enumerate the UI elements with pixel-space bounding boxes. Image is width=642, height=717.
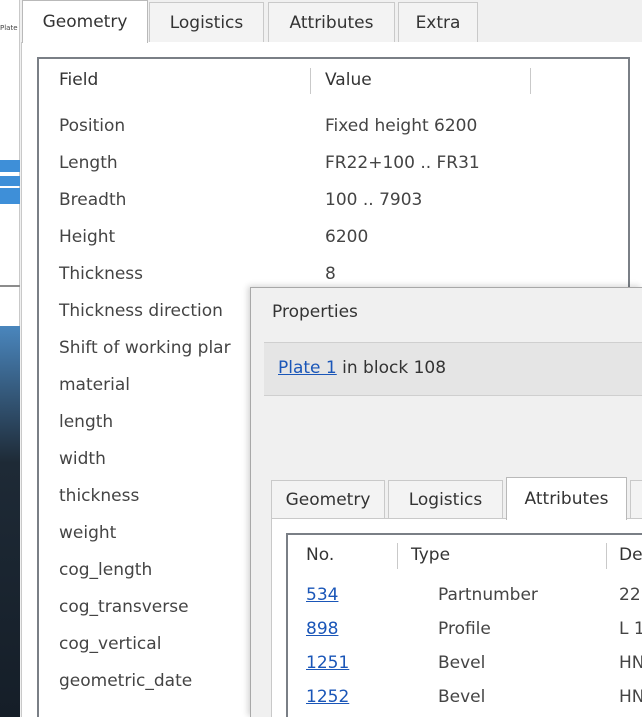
table-row[interactable]: Height 6200 [39,220,628,257]
attribute-number-link[interactable]: 1251 [306,653,349,673]
column-separator[interactable] [397,543,398,569]
field-value: 100 .. 7903 [325,190,423,210]
grid-header: Field Value [39,59,628,103]
tab-geometry[interactable]: Geometry [22,0,148,43]
attribute-number: 1251 [306,653,349,673]
properties-dialog: Properties Plate 1 in block 108 Geometry… [250,287,642,717]
tab-label: Logistics [408,490,483,510]
attribute-description: 22 [619,585,641,605]
tab-label: Attributes [289,12,374,33]
column-header-field[interactable]: Field [59,70,98,90]
tab-label: Attributes [524,489,609,509]
attribute-description: HN [619,653,642,673]
field-name: Position [59,116,126,136]
table-row[interactable]: Breadth 100 .. 7903 [39,183,628,220]
tab-label: Geometry [42,12,128,32]
attribute-type: Partnumber [438,585,538,605]
field-name: weight [59,523,117,543]
attribute-description: HN [619,687,642,707]
table-row[interactable]: Position Fixed height 6200 [39,109,628,146]
field-name: cog_length [59,560,153,580]
background-window-text: Plate tus [0,24,20,32]
attribute-number: 534 [306,585,338,605]
background-blue-band [0,188,20,204]
field-name: Height [59,227,116,247]
tab-geometry[interactable]: Geometry [271,480,385,519]
dialog-title: Properties [272,302,358,322]
table-row[interactable]: 1252 Bevel HN [288,683,642,717]
table-row[interactable]: 1251 Bevel HN [288,649,642,683]
tab-logistics[interactable]: Logistics [388,480,503,519]
dialog-tab-bar: Geometry Logistics Attributes [271,477,642,520]
tab-logistics[interactable]: Logistics [149,2,264,42]
selection-breadcrumb: Plate 1 in block 108 [278,358,446,378]
tab-extra[interactable]: Extra [398,2,478,42]
field-value: 6200 [325,227,369,247]
field-name: Thickness [59,264,144,284]
column-header-no[interactable]: No. [306,545,334,565]
column-separator[interactable] [530,68,531,94]
background-blue-band [0,160,20,172]
background-blue-band [0,176,20,186]
column-separator[interactable] [606,543,607,569]
attribute-type: Bevel [438,653,486,673]
field-name: cog_transverse [59,597,189,617]
attribute-type: Bevel [438,687,486,707]
column-header-type[interactable]: Type [411,545,450,565]
background-dark-area [0,326,20,717]
field-name: material [59,375,130,395]
block-text: in block 108 [336,358,447,378]
field-name: Length [59,153,118,173]
field-value: FR22+100 .. FR31 [325,153,480,173]
selection-bar: Plate 1 in block 108 [264,342,642,396]
attribute-number: 898 [306,619,338,639]
main-tab-bar: Geometry Logistics Attributes Extra [21,0,642,43]
attribute-number-link[interactable]: 534 [306,585,338,605]
column-header-value[interactable]: Value [325,70,372,90]
field-name: Thickness direction [59,301,223,321]
table-row[interactable]: Length FR22+100 .. FR31 [39,146,628,183]
attribute-number-link[interactable]: 898 [306,619,338,639]
tab-label: Extra [415,12,461,33]
attribute-number-link[interactable]: 1252 [306,687,349,707]
tab-label: Logistics [169,12,244,33]
column-header-description[interactable]: De [619,545,642,565]
table-row[interactable]: 534 Partnumber 22 [288,581,642,615]
field-name: width [59,449,106,469]
background-window-strip: Plate tus [0,0,20,717]
background-divider [0,285,20,287]
tab-attributes[interactable]: Attributes [506,477,627,520]
field-name: length [59,412,114,432]
table-row[interactable]: 898 Profile L 1 [288,615,642,649]
field-value: 8 [325,264,336,284]
attributes-grid: No. Type De 534 Partnumber 22 898 Profile L 1… [286,533,642,717]
column-separator[interactable] [310,68,311,94]
attributes-panel: No. Type De 534 Partnumber 22 898 Profile L 1… [271,518,642,717]
attribute-description: L 1 [619,619,642,639]
tab-attributes[interactable]: Attributes [268,2,395,42]
tab-label: Geometry [285,490,371,510]
field-name: geometric_date [59,671,193,691]
tab-overflow[interactable] [630,480,642,519]
field-name: Shift of working plar [59,338,231,358]
field-name: cog_vertical [59,634,162,654]
attribute-number: 1252 [306,687,349,707]
field-value: Fixed height 6200 [325,116,478,136]
field-name: Breadth [59,190,127,210]
plate-link[interactable]: Plate 1 [278,358,337,378]
attribute-type: Profile [438,619,491,639]
field-name: thickness [59,486,140,506]
